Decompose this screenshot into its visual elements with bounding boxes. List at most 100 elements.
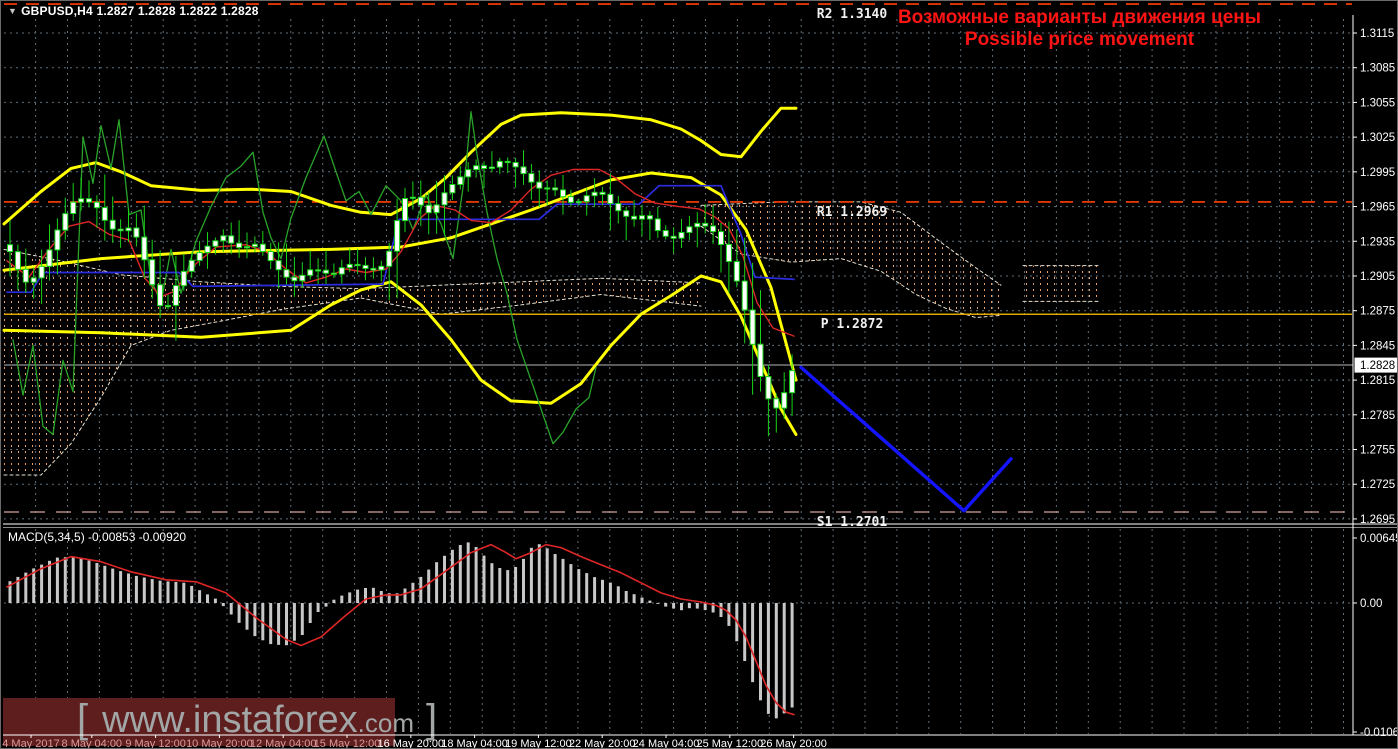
candle-body	[703, 223, 708, 226]
level-label-R1: R1 1.2969	[817, 205, 887, 220]
time-axis-label: 24 May 04:00	[633, 738, 700, 749]
time-axis-label: 9 May 12:00	[125, 738, 186, 749]
time-axis-label: 18 May 04:00	[441, 738, 508, 749]
candle-body	[576, 202, 581, 203]
candle-body	[47, 250, 52, 266]
candle-body	[79, 199, 84, 202]
candle-body	[221, 236, 226, 241]
price-axis-label: 1.3055	[1360, 97, 1395, 109]
candle-body	[213, 241, 218, 247]
candle-body	[655, 219, 660, 231]
time-axis-label: 26 May 20:00	[760, 738, 827, 749]
price-axis-label: 1.2815	[1360, 375, 1395, 387]
price-axis-label: 1.2905	[1360, 271, 1395, 283]
candle-body	[774, 399, 779, 408]
macd-axis-label: 0.00645	[1360, 533, 1398, 545]
candle-body	[719, 232, 724, 245]
candle-body	[466, 170, 471, 177]
candle-body	[237, 243, 242, 248]
candle-body	[529, 174, 534, 183]
candle-body	[442, 193, 447, 205]
price-axis-label: 1.2695	[1360, 514, 1395, 526]
candle-body	[371, 268, 376, 270]
price-axis-label: 1.2995	[1360, 167, 1395, 179]
symbol-dropdown-icon[interactable]: ▼	[8, 6, 17, 16]
candle-body	[750, 310, 755, 344]
candle-body	[782, 393, 787, 408]
candle-body	[663, 231, 668, 237]
candle-body	[63, 214, 68, 231]
candle-body	[458, 177, 463, 185]
candle-body	[300, 275, 305, 281]
chart-title-text: GBPUSD,H4 1.2827 1.2828 1.2822 1.2828	[21, 4, 259, 18]
candle-body	[742, 281, 747, 310]
macd-axis-label: 0.00	[1360, 598, 1382, 610]
annotation-line-ru: Возможные варианты движения цены	[898, 7, 1261, 29]
candle-body	[387, 251, 392, 266]
candle-body	[347, 264, 352, 267]
price-axis-label: 1.2725	[1360, 479, 1395, 491]
time-axis-label: 10 May 20:00	[186, 738, 253, 749]
candle-body	[189, 260, 194, 271]
candle-body	[608, 194, 613, 203]
candle-body	[766, 377, 771, 399]
candle-body	[102, 208, 107, 221]
time-axis-label: 19 May 12:00	[505, 738, 572, 749]
candle-body	[671, 236, 676, 238]
candle-body	[23, 269, 28, 282]
candle-body	[252, 244, 257, 246]
macd-axis-label: -0.01063	[1360, 727, 1398, 739]
candle-body	[173, 286, 178, 306]
candle-body	[592, 192, 597, 195]
time-axis-label: 4 May 2017	[2, 738, 59, 749]
candle-body	[316, 270, 321, 271]
candle-body	[166, 306, 171, 307]
candle-body	[150, 260, 155, 285]
current-price-badge-text: 1.2828	[1360, 360, 1395, 372]
candle-body	[687, 227, 692, 233]
candle-body	[8, 245, 13, 252]
time-axis-label: 25 May 12:00	[696, 738, 763, 749]
level-label-R2: R2 1.3140	[817, 7, 888, 22]
candle-body	[403, 199, 408, 221]
candle-body	[268, 252, 273, 261]
candle-body	[450, 185, 455, 193]
time-axis-label: 12 May 04:00	[250, 738, 317, 749]
price-axis-label: 1.3115	[1360, 28, 1394, 40]
candle-body	[624, 211, 629, 217]
candle-body	[695, 223, 700, 226]
candle-body	[324, 270, 329, 273]
candle-body	[15, 252, 20, 270]
candle-body	[679, 233, 684, 239]
time-axis-label: 22 May 20:00	[569, 738, 636, 749]
candle-body	[568, 197, 573, 203]
candle-body	[640, 216, 645, 219]
candle-body	[292, 277, 297, 281]
candle-body	[726, 244, 731, 261]
candle-body	[276, 261, 281, 270]
candle-body	[181, 271, 186, 285]
price-axis-label: 1.2845	[1360, 340, 1395, 352]
candle-body	[245, 247, 250, 248]
candle-body	[616, 204, 621, 211]
candle-body	[418, 197, 423, 205]
time-axis-label: 16 May 20:00	[377, 738, 444, 749]
candle-body	[711, 226, 716, 232]
price-axis-label: 1.2875	[1360, 306, 1395, 318]
mt4-chart-window: R2 1.3140R1 1.2969P 1.2872S1 1.2701[www.…	[0, 0, 1398, 749]
candle-body	[355, 264, 360, 265]
price-chart-canvas[interactable]: R2 1.3140R1 1.2969P 1.2872S1 1.2701[www.…	[1, 1, 1398, 749]
time-axis-label: 8 May 04:00	[62, 738, 123, 749]
candle-body	[410, 197, 415, 198]
candle-body	[94, 202, 99, 208]
macd-indicator-label: MACD(5,34,5) -0.00853 -0.00920	[8, 530, 186, 544]
candle-body	[734, 262, 739, 282]
candle-body	[632, 216, 637, 219]
price-axis-label: 1.3025	[1360, 132, 1395, 144]
candle-body	[434, 205, 439, 213]
candle-body	[482, 166, 487, 169]
candle-body	[474, 166, 479, 170]
candle-body	[537, 182, 542, 188]
candle-body	[521, 167, 526, 174]
price-axis-label: 1.2965	[1360, 202, 1395, 214]
